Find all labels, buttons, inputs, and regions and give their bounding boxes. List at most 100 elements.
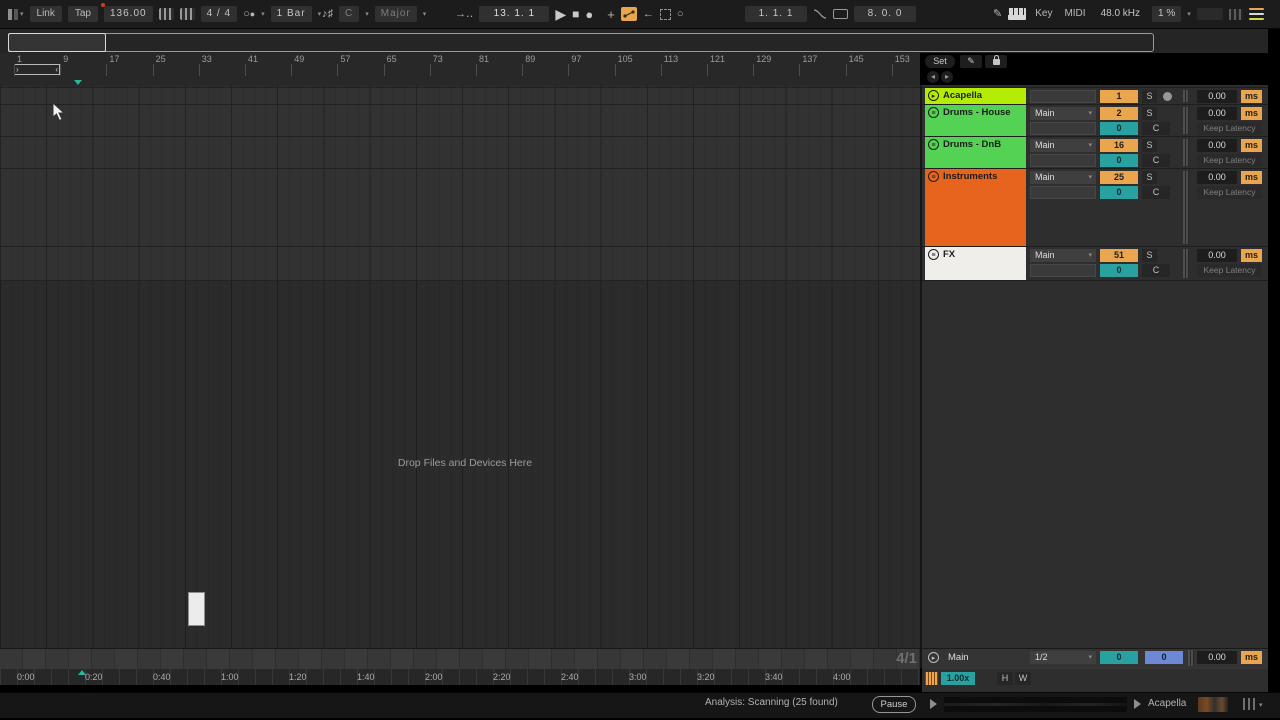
track-name-strip-2[interactable]: ≡Drums - DnB bbox=[925, 137, 1026, 168]
key-map-button[interactable]: Key bbox=[1032, 6, 1055, 22]
delay-unit-badge[interactable]: ms bbox=[1241, 249, 1262, 262]
notification-icon[interactable] bbox=[1249, 8, 1264, 20]
width-zoom-button[interactable]: W bbox=[1015, 672, 1031, 685]
tempo-display[interactable]: 136.00 bbox=[104, 6, 153, 22]
track-output-selector[interactable]: Main▾ bbox=[1030, 171, 1096, 184]
main-track-delay[interactable]: 0.00 bbox=[1197, 651, 1237, 664]
track-delay-value[interactable]: 0.00 bbox=[1197, 171, 1237, 184]
scale-name-selector[interactable]: Major bbox=[375, 6, 417, 22]
group-fold-icon[interactable]: ≡ bbox=[928, 139, 939, 150]
fade-icon[interactable] bbox=[813, 9, 827, 19]
dragged-clip-ghost[interactable] bbox=[188, 592, 205, 626]
root-note-selector[interactable]: C bbox=[339, 6, 359, 22]
track-name-strip-4[interactable]: ≡FX bbox=[925, 247, 1026, 280]
loop-start-handle-icon[interactable]: › bbox=[16, 66, 19, 74]
crossfade-button[interactable]: C bbox=[1142, 264, 1170, 277]
metronome-caret-icon[interactable]: ▾ bbox=[261, 10, 265, 18]
next-locator-button[interactable]: ▸ bbox=[941, 71, 953, 83]
track-delay-value[interactable]: 0.00 bbox=[1197, 90, 1237, 103]
menu-icon[interactable]: ▾ bbox=[8, 9, 24, 20]
delay-unit-badge[interactable]: ms bbox=[1241, 107, 1262, 120]
track-output-selector[interactable]: Main▾ bbox=[1030, 139, 1096, 152]
quantize-menu[interactable]: 1 Bar bbox=[271, 6, 312, 22]
monitor-value[interactable]: 0 bbox=[1100, 186, 1138, 199]
time-signature-display[interactable]: 4 / 4 bbox=[201, 6, 237, 22]
automation-arm-button[interactable] bbox=[621, 7, 637, 21]
solo-button[interactable]: S bbox=[1142, 90, 1157, 103]
quantize-caret-icon[interactable]: ▾ bbox=[318, 10, 322, 18]
session-record-button[interactable]: ○ bbox=[677, 9, 684, 20]
monitor-value[interactable]: 0 bbox=[1100, 122, 1138, 135]
computer-midi-keyboard-button[interactable] bbox=[1008, 8, 1026, 20]
loop-button[interactable] bbox=[833, 9, 848, 19]
metronome-button[interactable]: ○● bbox=[243, 9, 255, 20]
overdub-button[interactable]: + bbox=[607, 9, 615, 20]
loop-brace[interactable]: ›‹ bbox=[14, 64, 60, 75]
track-number[interactable]: 16 bbox=[1100, 139, 1138, 152]
track-number[interactable]: 51 bbox=[1100, 249, 1138, 262]
marker-lock-button[interactable] bbox=[985, 55, 1007, 68]
preview-play-icon[interactable] bbox=[930, 699, 937, 709]
delay-unit-badge[interactable]: ms bbox=[1241, 139, 1262, 152]
nudge-down-button[interactable] bbox=[159, 8, 174, 20]
track-delay-value[interactable]: 0.00 bbox=[1197, 139, 1237, 152]
set-locator-button[interactable]: Set bbox=[925, 55, 955, 68]
preview-waveform[interactable] bbox=[944, 697, 1127, 712]
solo-button[interactable]: S bbox=[1142, 139, 1157, 152]
group-fold-icon[interactable]: ≡ bbox=[928, 107, 939, 118]
record-button[interactable]: ● bbox=[585, 9, 593, 20]
main-volume-slider[interactable]: 0 bbox=[1145, 651, 1183, 664]
solo-button[interactable]: S bbox=[1142, 107, 1157, 120]
overview-viewport-box[interactable] bbox=[8, 33, 106, 52]
track-name-strip-1[interactable]: ≡Drums - House bbox=[925, 105, 1026, 136]
delay-unit-badge[interactable]: ms bbox=[1241, 90, 1262, 103]
follow-button[interactable]: →‥ bbox=[455, 9, 473, 20]
crossfade-button[interactable]: C bbox=[1142, 122, 1170, 135]
beat-time-ruler[interactable] bbox=[0, 53, 920, 85]
main-track-lane[interactable] bbox=[0, 648, 920, 670]
draw-mode-button[interactable] bbox=[660, 9, 671, 20]
main-pan-knob[interactable]: 0 bbox=[1100, 651, 1138, 664]
re-enable-automation-button[interactable]: ← bbox=[643, 9, 654, 20]
track-number[interactable]: 2 bbox=[1100, 107, 1138, 120]
group-fold-icon[interactable]: ≡ bbox=[928, 171, 939, 182]
output-level-icon[interactable] bbox=[1243, 698, 1257, 710]
monitor-value[interactable]: 0 bbox=[1100, 154, 1138, 167]
pause-analysis-button[interactable]: Pause bbox=[872, 696, 916, 713]
track-delay-value[interactable]: 0.00 bbox=[1197, 249, 1237, 262]
insert-marker-icon[interactable] bbox=[74, 80, 82, 85]
marker-pencil-button[interactable]: ✎ bbox=[960, 55, 982, 68]
browser-preview-play-icon[interactable] bbox=[1134, 699, 1141, 709]
monitor-value[interactable]: 0 bbox=[1100, 264, 1138, 277]
punch-position-display[interactable]: 1. 1. 1 bbox=[745, 6, 807, 22]
track-name-strip-0[interactable]: ▸Acapella bbox=[925, 88, 1026, 104]
group-fold-icon[interactable]: ≡ bbox=[928, 249, 939, 260]
scale-caret-icon[interactable]: ▾ bbox=[423, 10, 427, 18]
tap-tempo-button[interactable]: Tap bbox=[68, 6, 98, 22]
track-delay-value[interactable]: 0.00 bbox=[1197, 107, 1237, 120]
track-output-selector[interactable]: Main▾ bbox=[1030, 249, 1096, 262]
link-button[interactable]: Link bbox=[30, 6, 62, 22]
draw-pencil-button[interactable]: ✎ bbox=[993, 9, 1002, 20]
arrangement-position-display[interactable]: 13. 1. 1 bbox=[479, 6, 549, 22]
solo-button[interactable]: S bbox=[1142, 249, 1157, 262]
playback-speed-control[interactable]: 1.00x bbox=[941, 672, 975, 685]
crossfade-button[interactable]: C bbox=[1142, 186, 1170, 199]
midi-map-button[interactable]: MIDI bbox=[1061, 6, 1088, 22]
stop-button[interactable]: ■ bbox=[572, 9, 579, 20]
track-name-strip-3[interactable]: ≡Instruments bbox=[925, 169, 1026, 246]
root-caret-icon[interactable]: ▾ bbox=[365, 10, 369, 18]
solo-button[interactable]: S bbox=[1142, 171, 1157, 184]
crossfade-button[interactable]: C bbox=[1142, 154, 1170, 167]
track-number[interactable]: 25 bbox=[1100, 171, 1138, 184]
cpu-caret-icon[interactable]: ▾ bbox=[1187, 10, 1191, 18]
track-play-icon[interactable]: ▸ bbox=[928, 90, 939, 101]
play-button[interactable]: ▶ bbox=[555, 9, 566, 20]
track-number[interactable]: 1 bbox=[1100, 90, 1138, 103]
prev-locator-button[interactable]: ◂ bbox=[927, 71, 939, 83]
height-zoom-button[interactable]: H bbox=[997, 672, 1013, 685]
track-output-selector[interactable]: Main▾ bbox=[1030, 107, 1096, 120]
level-caret-icon[interactable]: ▾ bbox=[1259, 701, 1263, 709]
main-output-selector[interactable]: 1/2▾ bbox=[1030, 651, 1096, 664]
loop-end-handle-icon[interactable]: ‹ bbox=[55, 66, 58, 74]
